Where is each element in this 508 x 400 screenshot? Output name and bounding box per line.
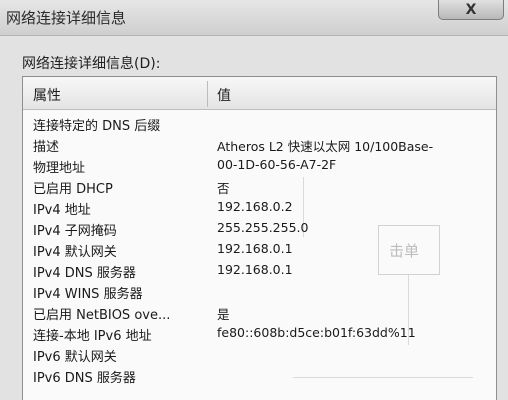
property-name: IPv6 DNS 服务器 xyxy=(33,371,136,386)
property-name: IPv4 地址 xyxy=(33,203,91,218)
property-value: 否 xyxy=(217,181,230,196)
window-title: 网络连接详细信息 xyxy=(6,9,127,27)
close-icon: X xyxy=(465,1,477,18)
column-header-property[interactable]: 属性 xyxy=(33,85,61,105)
table-row[interactable]: IPv4 默认网关 192.168.0.1 xyxy=(23,239,496,260)
property-name: IPv4 WINS 服务器 xyxy=(33,287,143,302)
table-row[interactable]: IPv4 WINS 服务器 xyxy=(23,281,496,302)
property-name: IPv4 DNS 服务器 xyxy=(33,266,136,281)
table-row[interactable]: IPv6 DNS 服务器 xyxy=(23,365,496,386)
property-value: 是 xyxy=(217,307,230,322)
table-row[interactable]: 物理地址 00-1D-60-56-A7-2F xyxy=(23,155,496,176)
property-value: 192.168.0.1 xyxy=(217,241,293,256)
property-value: 255.255.255.0 xyxy=(217,220,309,235)
property-name: 物理地址 xyxy=(33,161,86,176)
property-name: IPv4 子网掩码 xyxy=(33,224,117,239)
table-row[interactable]: 描述 Atheros L2 快速以太网 10/100Base- xyxy=(23,134,496,155)
property-name: IPv6 默认网关 xyxy=(33,350,117,365)
table-row[interactable]: IPv4 地址 192.168.0.2 xyxy=(23,197,496,218)
property-value: 192.168.0.1 xyxy=(217,262,293,277)
property-name: 连接特定的 DNS 后缀 xyxy=(33,119,161,134)
column-header-value[interactable]: 值 xyxy=(217,85,231,105)
close-button[interactable]: X xyxy=(438,0,504,20)
table-row[interactable]: IPv4 DNS 服务器 192.168.0.1 xyxy=(23,260,496,281)
property-name: 描述 xyxy=(33,140,60,155)
table-row[interactable]: 已启用 DHCP 否 xyxy=(23,176,496,197)
property-name: 连接-本地 IPv6 地址 xyxy=(33,329,152,344)
list-header: 属性 值 xyxy=(23,77,496,110)
table-row[interactable]: 连接特定的 DNS 后缀 xyxy=(23,113,496,134)
property-name: IPv4 默认网关 xyxy=(33,245,117,260)
property-name: 已启用 NetBIOS ove... xyxy=(33,308,171,323)
property-value: fe80::608b:d5ce:b01f:63dd%11 xyxy=(217,325,416,340)
property-value: 192.168.0.2 xyxy=(217,199,293,214)
property-value: 00-1D-60-56-A7-2F xyxy=(217,157,337,172)
column-divider[interactable] xyxy=(207,81,208,107)
table-row[interactable]: 已启用 NetBIOS ove... 是 xyxy=(23,302,496,323)
details-list[interactable]: 属性 值 击单 连接特定的 DNS 后缀 描述 Atheros L2 快速以太网… xyxy=(22,76,497,400)
window-titlebar: 网络连接详细信息 X xyxy=(0,0,508,36)
table-row[interactable]: IPv4 子网掩码 255.255.255.0 xyxy=(23,218,496,239)
table-row[interactable]: 连接-本地 IPv6 地址 fe80::608b:d5ce:b01f:63dd%… xyxy=(23,323,496,344)
property-value: Atheros L2 快速以太网 10/100Base- xyxy=(217,139,434,154)
details-section-label: 网络连接详细信息(D): xyxy=(22,56,161,72)
property-name: 已启用 DHCP xyxy=(33,182,113,197)
table-row[interactable]: IPv6 默认网关 xyxy=(23,344,496,365)
